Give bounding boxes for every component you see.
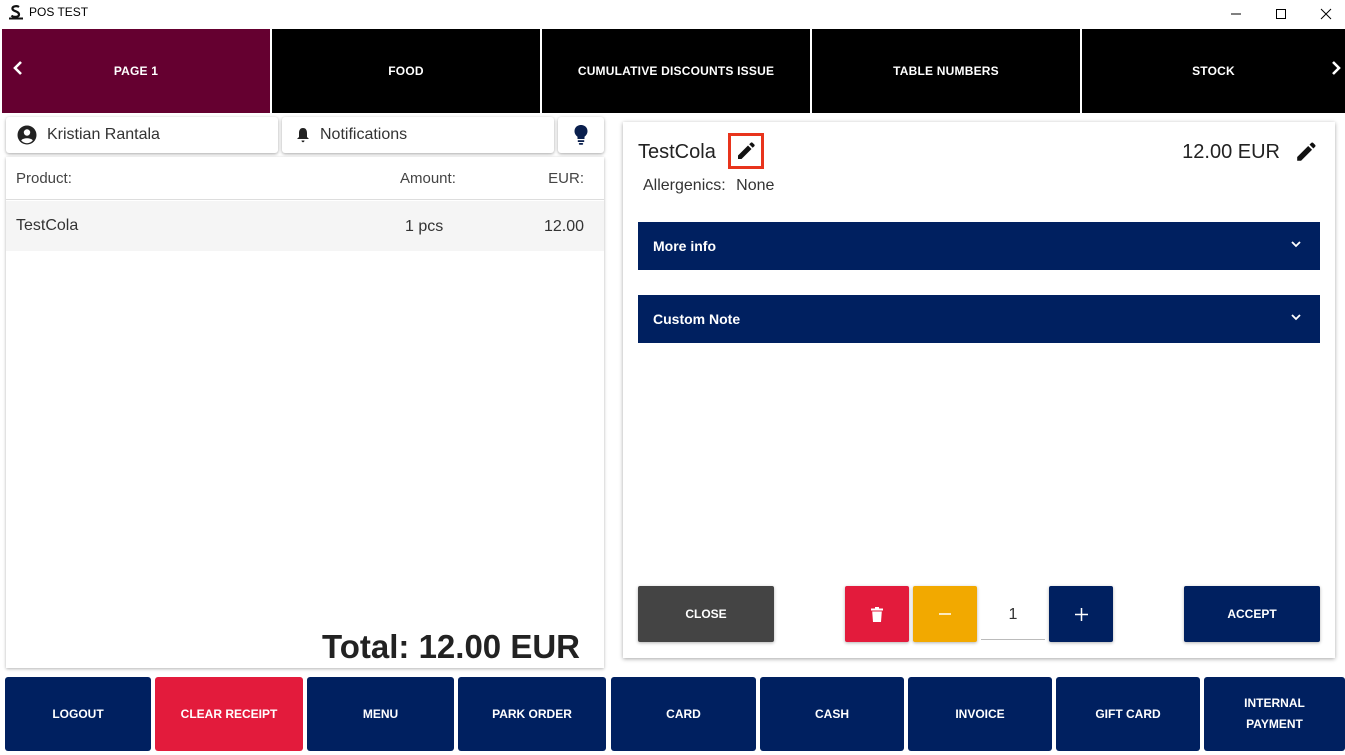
minimize-button[interactable] — [1213, 0, 1259, 27]
edit-name-button[interactable] — [728, 133, 764, 169]
internal-payment-button[interactable]: INTERNAL PAYMENT — [1204, 677, 1345, 751]
trash-icon — [871, 606, 883, 622]
close-icon — [1320, 8, 1332, 19]
hint-button[interactable] — [558, 117, 604, 153]
tab-label: PAGE 1 — [113, 64, 159, 78]
notifications-button[interactable]: Notifications — [282, 117, 554, 153]
user-name: Kristian Rantala — [47, 126, 160, 143]
cash-label: CASH — [814, 706, 849, 721]
bell-icon — [297, 128, 309, 143]
pencil-icon — [738, 142, 755, 159]
edit-price-button[interactable] — [1295, 141, 1319, 165]
internal-payment-label-line1: INTERNAL — [1244, 696, 1305, 710]
minus-icon — [939, 613, 951, 615]
gift-card-button[interactable]: GIFT CARD — [1056, 677, 1200, 751]
minimize-icon — [1231, 13, 1241, 14]
maximize-icon — [1276, 8, 1286, 19]
product-name: TestCola — [638, 141, 716, 163]
row-amount: 1 pcs — [405, 218, 444, 235]
accept-label: ACCEPT — [1227, 607, 1277, 621]
card-label: CARD — [666, 706, 701, 721]
tabs-scroll-left-button[interactable] — [8, 56, 28, 80]
more-info-label: More info — [653, 238, 716, 254]
tab-label: FOOD — [388, 64, 424, 78]
row-eur: 12.00 — [543, 218, 584, 235]
receipt-panel: Kristian Rantala Notifications Product: … — [6, 117, 604, 668]
maximize-button[interactable] — [1258, 0, 1304, 27]
delete-button[interactable] — [845, 586, 909, 642]
column-amount: Amount: — [400, 170, 456, 187]
category-tabs: PAGE 1 FOOD CUMULATIVE DISCOUNTS ISSUE T… — [0, 28, 1345, 113]
pencil-icon — [1297, 142, 1316, 161]
pos-logo-icon — [9, 5, 23, 20]
decrease-quantity-button[interactable] — [913, 586, 977, 642]
chevron-down-icon — [1291, 314, 1301, 321]
row-product: TestCola — [16, 217, 79, 234]
tab-food[interactable]: FOOD — [272, 29, 540, 113]
tab-table-numbers[interactable]: TABLE NUMBERS — [812, 29, 1080, 113]
plus-icon — [1074, 607, 1088, 621]
window-title: POS TEST — [29, 5, 89, 19]
clear-receipt-button[interactable]: CLEAR RECEIPT — [155, 677, 303, 751]
tabs-scroll-right-button[interactable] — [1326, 56, 1345, 80]
tab-cumulative-discounts-issue[interactable]: CUMULATIVE DISCOUNTS ISSUE — [542, 29, 810, 113]
logout-label: LOGOUT — [52, 706, 104, 721]
close-label: CLOSE — [685, 607, 727, 621]
more-info-section[interactable]: More info — [638, 222, 1320, 270]
quantity-input[interactable]: 1 — [981, 590, 1045, 640]
tab-label: TABLE NUMBERS — [893, 64, 999, 78]
column-product: Product: — [16, 170, 72, 187]
product-detail-panel: TestCola 12.00 EUR Allergenics: None Mor… — [623, 122, 1335, 658]
receipt-total: Total: 12.00 EUR — [322, 628, 580, 665]
receipt-list: Product: Amount: EUR: TestCola 1 pcs 12.… — [6, 157, 604, 668]
allergenics-value: None — [736, 177, 775, 194]
tab-stock[interactable]: STOCK — [1082, 29, 1345, 113]
invoice-label: INVOICE — [955, 706, 1005, 721]
account-circle-icon — [17, 125, 37, 145]
logout-button[interactable]: LOGOUT — [5, 677, 151, 751]
chevron-down-icon — [1291, 241, 1301, 248]
gift-card-label: GIFT CARD — [1095, 706, 1161, 721]
receipt-header: Product: Amount: EUR: — [6, 157, 604, 200]
tab-page-1[interactable]: PAGE 1 — [2, 29, 270, 113]
tab-label: CUMULATIVE DISCOUNTS ISSUE — [577, 64, 775, 78]
accept-button[interactable]: ACCEPT — [1184, 586, 1320, 642]
menu-label: MENU — [362, 706, 399, 721]
window-close-button[interactable] — [1303, 0, 1345, 27]
lightbulb-icon — [574, 125, 588, 145]
column-eur: EUR: — [548, 170, 584, 187]
custom-note-label: Custom Note — [653, 311, 741, 327]
chevron-right-icon — [1332, 61, 1341, 75]
allergenics-label: Allergenics: — [643, 177, 726, 194]
close-button[interactable]: CLOSE — [638, 586, 774, 642]
chevron-left-icon — [13, 61, 22, 75]
receipt-row[interactable]: TestCola 1 pcs 12.00 — [6, 201, 604, 251]
user-button[interactable]: Kristian Rantala — [6, 117, 278, 153]
product-price: 12.00 EUR — [1182, 141, 1280, 163]
allergenics: Allergenics: None — [643, 177, 774, 195]
park-order-label: PARK ORDER — [492, 706, 572, 721]
internal-payment-label-line2: PAYMENT — [1246, 717, 1303, 731]
menu-button[interactable]: MENU — [307, 677, 454, 751]
cash-button[interactable]: CASH — [760, 677, 904, 751]
window-titlebar: POS TEST — [0, 0, 1345, 27]
custom-note-section[interactable]: Custom Note — [638, 295, 1320, 343]
tab-label: STOCK — [1192, 64, 1235, 78]
invoice-button[interactable]: INVOICE — [908, 677, 1052, 751]
increase-quantity-button[interactable] — [1049, 586, 1113, 642]
notifications-label: Notifications — [320, 126, 408, 143]
card-button[interactable]: CARD — [611, 677, 756, 751]
clear-receipt-label: CLEAR RECEIPT — [180, 706, 278, 721]
park-order-button[interactable]: PARK ORDER — [458, 677, 606, 751]
